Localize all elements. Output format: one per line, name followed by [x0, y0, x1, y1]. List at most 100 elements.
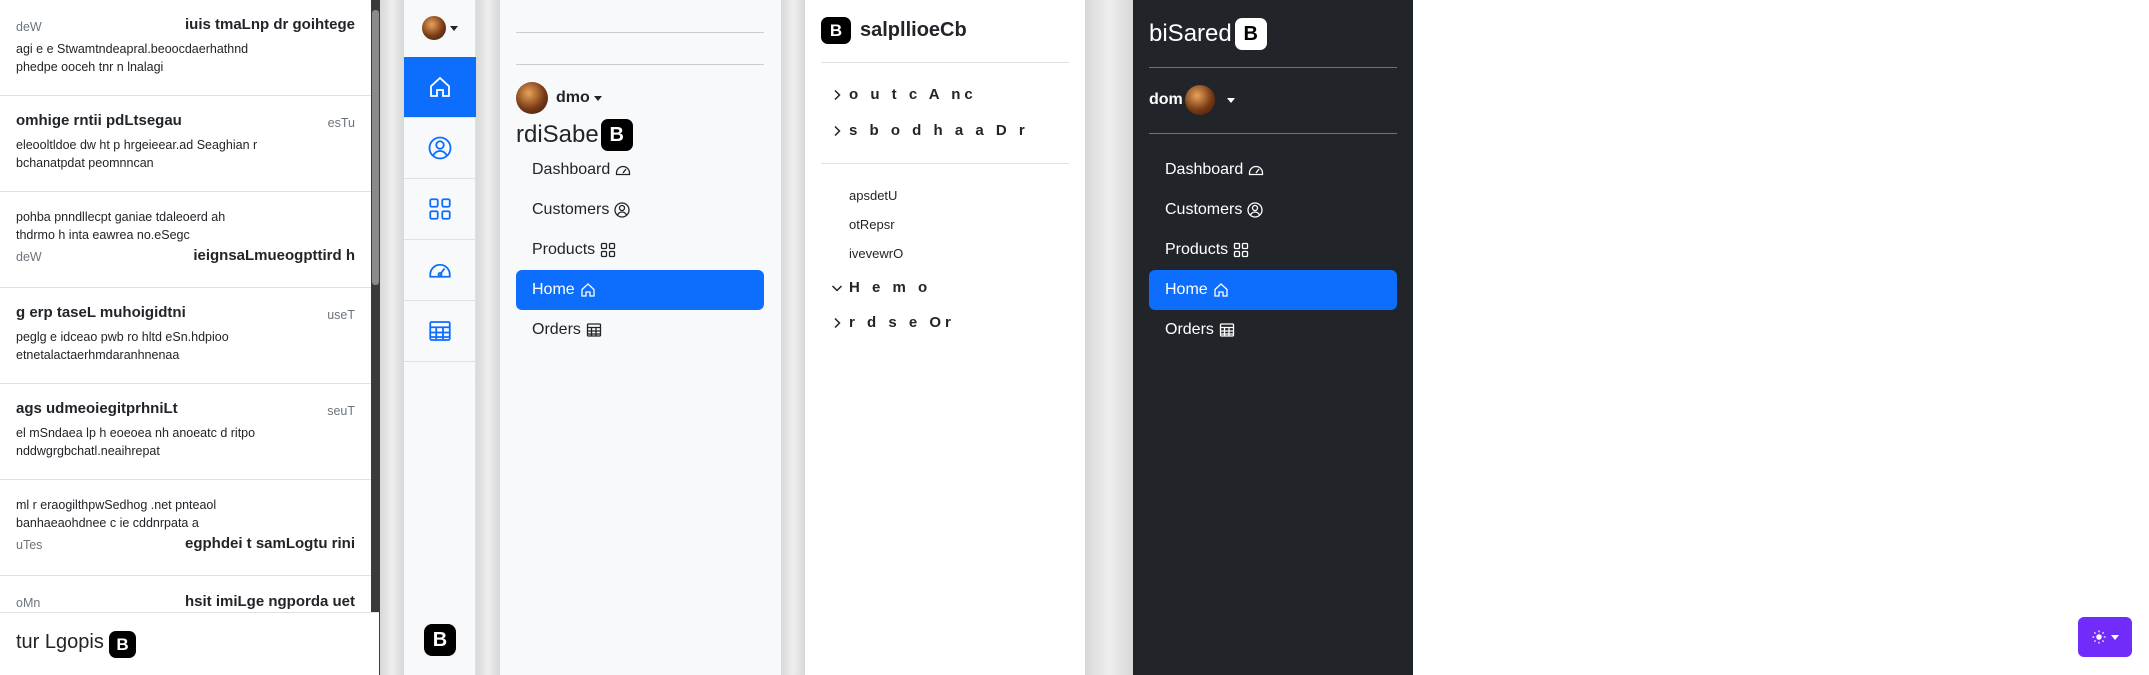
divider: [380, 0, 404, 675]
divider: [1149, 133, 1397, 134]
user-dropdown[interactable]: dom: [1149, 85, 1235, 115]
nav-customers[interactable]: Customers: [1149, 190, 1397, 230]
nav-label: Products: [532, 241, 596, 258]
chevron-down-icon: [450, 25, 458, 31]
table-icon: [1219, 323, 1235, 337]
nav-dashboard[interactable]: Dashboard: [1149, 150, 1397, 190]
tree-label: H e m o: [849, 279, 932, 296]
nav-dashboard[interactable]: [404, 240, 476, 301]
item-day: deW: [16, 20, 42, 34]
light-sidebar: dmo rdiSabe B Dashboard Customers Produc…: [500, 0, 781, 675]
item-day: esTu: [327, 116, 355, 130]
icon-sidebar: B: [404, 0, 476, 675]
brand[interactable]: B salpllioeCb: [821, 17, 967, 44]
item-title: g erp taseL muhoigidtni: [16, 304, 186, 321]
nav-label: Customers: [1165, 201, 1243, 218]
divider: [781, 0, 805, 675]
nav-orders[interactable]: [404, 301, 476, 362]
bootstrap-logo-icon[interactable]: B: [424, 624, 456, 656]
bootstrap-logo-icon: B: [600, 119, 633, 151]
grid-icon: [1233, 242, 1249, 258]
chevron-right-icon: [834, 89, 841, 100]
divider: [821, 163, 1069, 164]
home-icon: [581, 283, 595, 297]
avatar: [422, 16, 446, 40]
nav-products[interactable]: Products: [1149, 230, 1397, 270]
nav-home[interactable]: [404, 57, 476, 118]
nav-customers[interactable]: [404, 118, 476, 179]
chevron-right-icon: [834, 317, 841, 328]
list-item[interactable]: deW iuis tmaLnp dr goihtege agi e e Stwa…: [0, 0, 371, 96]
nav-label: Home: [532, 281, 575, 298]
item-text: ml r eraogilthpwSedhog .net pnteaol banha…: [16, 498, 217, 530]
tree-label: s b o d h a a D r: [849, 122, 1029, 139]
theme-toggle-button[interactable]: [2078, 617, 2132, 657]
item-title: hsit imiLge ngporda uet: [184, 593, 355, 610]
divider: [476, 0, 500, 675]
nav-home[interactable]: Home: [516, 270, 764, 310]
nav-label: Customers: [532, 201, 610, 218]
home-icon: [430, 76, 450, 97]
item-title: egphdei t samLogtu rini: [184, 535, 355, 552]
avatar: [516, 82, 548, 114]
divider: [1149, 67, 1397, 68]
brand-name: salpllioeCb: [860, 19, 967, 41]
brand-name: biSared: [1149, 20, 1232, 47]
nav-orders[interactable]: Orders: [1149, 310, 1397, 350]
item-text: el mSndaea lp h eoeoea nh anoeatc d ritp…: [16, 426, 256, 458]
sun-icon: [2091, 630, 2106, 644]
brand[interactable]: rdiSabe B: [516, 119, 633, 151]
speedometer-icon: [616, 165, 631, 176]
scrollbar-thumb[interactable]: [372, 10, 379, 285]
person-circle-icon: [1247, 202, 1264, 218]
item-title: omhige rntii pdLtsegau: [16, 112, 182, 129]
grid-icon: [600, 242, 616, 258]
tree-item-home[interactable]: H e m o: [831, 279, 931, 296]
nav-products[interactable]: [404, 179, 476, 240]
item-day: deW: [16, 250, 42, 264]
nav-dashboard[interactable]: Dashboard: [516, 150, 764, 190]
sub-item-updates[interactable]: apsdetU: [849, 188, 897, 203]
dark-sidebar: biSared B dom Dashboard Customers Produc…: [1133, 0, 1413, 675]
list-item[interactable]: ml r eraogilthpwSedhog .net pnteaol banha…: [0, 480, 371, 576]
nav-label: Dashboard: [1165, 161, 1244, 178]
grid-icon: [429, 198, 451, 220]
nav-home[interactable]: Home: [1149, 270, 1397, 310]
nav-label: Dashboard: [532, 161, 611, 178]
list-footer[interactable]: tur Lgopis B: [0, 612, 379, 675]
divider: [516, 32, 764, 33]
item-day: oMn: [16, 596, 41, 610]
list-item[interactable]: omhige rntii pdLtsegau esTu eleooltldoe …: [0, 96, 371, 192]
nav-label: Orders: [1165, 321, 1214, 338]
nav-customers[interactable]: Customers: [516, 190, 764, 230]
sub-item-overview[interactable]: ivevewrO: [849, 246, 903, 261]
person-circle-icon: [614, 202, 631, 218]
user-dropdown[interactable]: [422, 16, 458, 40]
list-item[interactable]: ags udmeoiegitprhniLt seuT el mSndaea lp…: [0, 384, 371, 480]
avatar: [1184, 85, 1215, 115]
list-item[interactable]: g erp taseL muhoigidtni useT peglg e idc…: [0, 288, 371, 384]
chevron-down-icon: [831, 284, 843, 292]
tree-item-account[interactable]: o u t c A nc: [831, 86, 977, 103]
item-day: useT: [327, 308, 355, 322]
item-day: uTes: [16, 538, 43, 552]
nav-products[interactable]: Products: [516, 230, 764, 270]
brand[interactable]: biSared B: [1149, 18, 1267, 50]
nav-label: Products: [1165, 241, 1229, 258]
nav-label: Home: [1165, 281, 1208, 298]
speedometer-icon: [1249, 165, 1264, 176]
item-text: pohba pnndllecpt ganiae tdaleoerd ah thdr…: [16, 210, 226, 242]
sub-item-reports[interactable]: otRepsr: [849, 217, 895, 232]
nav-label: Orders: [532, 321, 581, 338]
tree-item-dashboard[interactable]: s b o d h a a D r: [831, 122, 1029, 139]
item-title: iuis tmaLnp dr goihtege: [184, 16, 355, 33]
item-title: ags udmeoiegitprhniLt: [16, 400, 178, 417]
tree-item-orders[interactable]: r d s e Or: [831, 314, 955, 331]
nav-orders[interactable]: Orders: [516, 310, 764, 350]
user-dropdown[interactable]: dmo: [516, 82, 602, 114]
tree-label: r d s e Or: [849, 314, 955, 331]
brand-name: rdiSabe: [516, 121, 599, 148]
list-item[interactable]: pohba pnndllecpt ganiae tdaleoerd ah thdr…: [0, 192, 371, 288]
item-day: seuT: [327, 404, 355, 418]
bootstrap-logo-icon: B: [109, 631, 136, 658]
